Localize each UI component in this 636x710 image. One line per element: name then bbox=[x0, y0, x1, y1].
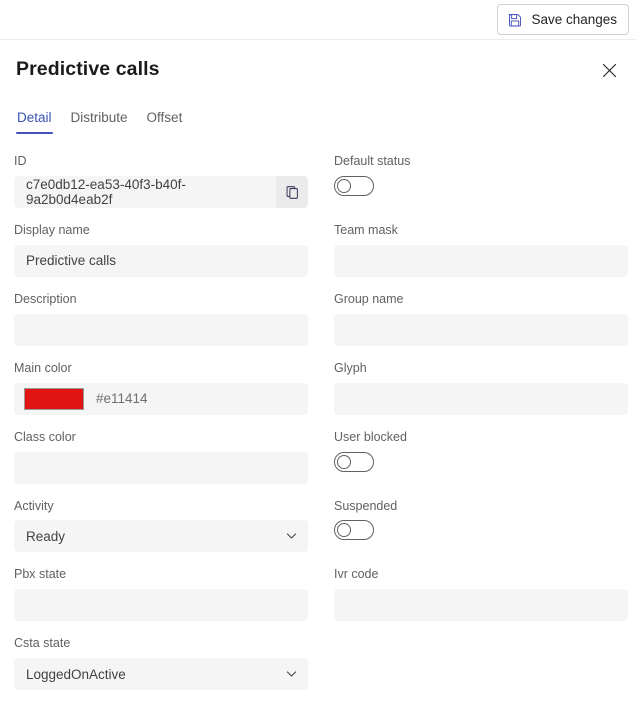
field-label-glyph: Glyph bbox=[334, 360, 367, 375]
default-status-toggle[interactable] bbox=[334, 176, 374, 197]
id-input-group: c7e0db12-ea53-40f3-b40f-9a2b0d4eab2f bbox=[14, 176, 308, 209]
main-color-value: #e11414 bbox=[96, 391, 148, 407]
field-glyph: Glyph bbox=[334, 360, 628, 415]
field-main-color: Main color #e11414 bbox=[14, 360, 308, 415]
tab-distribute[interactable]: Distribute bbox=[70, 106, 129, 135]
field-label-csta-state: Csta state bbox=[14, 636, 71, 651]
main-color-field[interactable]: #e11414 bbox=[14, 382, 308, 415]
field-label-display-name: Display name bbox=[14, 223, 90, 238]
field-label-user-blocked: User blocked bbox=[334, 429, 407, 444]
id-input[interactable]: c7e0db12-ea53-40f3-b40f-9a2b0d4eab2f bbox=[14, 176, 276, 208]
field-pbx-state: Pbx state bbox=[14, 566, 308, 622]
display-name-input[interactable] bbox=[14, 244, 308, 277]
group-name-input[interactable] bbox=[334, 313, 628, 346]
field-user-blocked: User blocked bbox=[334, 429, 628, 484]
field-spacer bbox=[334, 635, 628, 690]
detail-form: ID c7e0db12-ea53-40f3-b40f-9a2b0d4eab2f … bbox=[0, 153, 636, 704]
field-label-suspended: Suspended bbox=[334, 498, 398, 513]
field-label-team-mask: Team mask bbox=[334, 223, 398, 238]
activity-select[interactable]: Ready bbox=[14, 520, 308, 553]
user-blocked-toggle[interactable] bbox=[334, 451, 374, 472]
field-description: Description bbox=[14, 291, 308, 346]
tab-bar: Detail Distribute Offset bbox=[0, 106, 636, 135]
field-team-mask: Team mask bbox=[334, 222, 628, 277]
description-input[interactable] bbox=[14, 313, 308, 346]
field-group-name: Group name bbox=[334, 291, 628, 346]
activity-select-value[interactable]: Ready bbox=[14, 520, 308, 553]
field-id: ID c7e0db12-ea53-40f3-b40f-9a2b0d4eab2f bbox=[14, 153, 308, 209]
csta-state-select-value[interactable]: LoggedOnActive bbox=[14, 658, 308, 691]
field-label-class-color: Class color bbox=[14, 429, 76, 444]
tab-detail[interactable]: Detail bbox=[16, 106, 53, 135]
toggle-knob bbox=[337, 454, 351, 469]
main-color-swatch[interactable] bbox=[24, 387, 84, 410]
field-default-status: Default status bbox=[334, 153, 628, 208]
field-suspended: Suspended bbox=[334, 498, 628, 553]
glyph-input[interactable] bbox=[334, 382, 628, 415]
save-changes-label: Save changes bbox=[531, 11, 617, 27]
tab-offset[interactable]: Offset bbox=[146, 106, 184, 135]
field-label-main-color: Main color bbox=[14, 360, 72, 375]
field-label-group-name: Group name bbox=[334, 291, 404, 306]
field-label-pbx-state: Pbx state bbox=[14, 567, 67, 582]
class-color-input[interactable] bbox=[14, 451, 308, 484]
toggle-knob bbox=[337, 523, 351, 538]
save-floppy-icon bbox=[507, 12, 523, 28]
field-csta-state: Csta state LoggedOnActive bbox=[14, 635, 308, 691]
copy-icon bbox=[285, 185, 300, 200]
page-title: Predictive calls bbox=[16, 58, 160, 80]
field-ivr-code: Ivr code bbox=[334, 566, 628, 622]
field-label-activity: Activity bbox=[14, 498, 54, 513]
save-changes-button[interactable]: Save changes bbox=[497, 4, 629, 35]
panel-header: Predictive calls bbox=[0, 40, 636, 85]
field-label-id: ID bbox=[14, 154, 27, 169]
copy-id-button[interactable] bbox=[276, 176, 308, 209]
csta-state-select[interactable]: LoggedOnActive bbox=[14, 658, 308, 691]
field-label-default-status: Default status bbox=[334, 154, 411, 169]
field-label-ivr-code: Ivr code bbox=[334, 567, 379, 582]
close-panel-button[interactable] bbox=[594, 55, 624, 85]
field-class-color: Class color bbox=[14, 429, 308, 484]
ivr-code-input[interactable] bbox=[334, 589, 628, 622]
close-icon bbox=[602, 63, 617, 78]
field-activity: Activity Ready bbox=[14, 498, 308, 553]
toggle-knob bbox=[337, 179, 351, 194]
pbx-state-input[interactable] bbox=[14, 589, 308, 622]
team-mask-input[interactable] bbox=[334, 244, 628, 277]
field-display-name: Display name bbox=[14, 222, 308, 277]
field-label-description: Description bbox=[14, 291, 77, 306]
command-bar: Save changes bbox=[0, 0, 636, 40]
suspended-toggle[interactable] bbox=[334, 520, 374, 541]
